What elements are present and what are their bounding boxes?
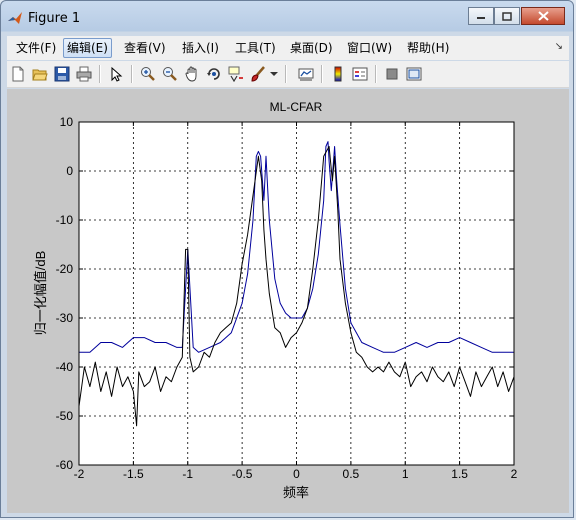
save-icon [54, 66, 70, 82]
open-file-icon [32, 69, 48, 81]
x-tick-label: -1.5 [123, 467, 144, 481]
figure-toolbar [7, 61, 569, 88]
rotate-3d-icon [207, 68, 220, 80]
save-button[interactable] [53, 65, 71, 83]
menu-desktop[interactable]: 桌面(D) [287, 38, 336, 58]
new-figure-button[interactable] [9, 65, 27, 83]
minimize-icon [477, 17, 485, 19]
edit-plot-button[interactable] [107, 65, 125, 83]
x-tick-label: 2 [511, 467, 518, 481]
legend-icon [352, 67, 368, 81]
figure-window: Figure 1 文件(F) 编辑(E) 查看(V) 插入(I) 工具(T) 桌… [0, 0, 574, 518]
edit-plot-arrow-icon [111, 66, 123, 82]
minimize-button[interactable] [468, 7, 494, 25]
plot-area[interactable]: -2 -1.5 -1 -0.5 0 0.5 1 1.5 2 10 0 -10 -20 -30 -40 -50 -… [7, 89, 569, 513]
toolbar-separator [321, 65, 323, 83]
y-tick-label: -30 [56, 311, 74, 325]
toolbar-separator [285, 65, 287, 83]
insert-colorbar-button[interactable] [329, 65, 347, 83]
y-axis-label: 归一化幅值/dB [33, 251, 48, 336]
open-file-button[interactable] [31, 65, 49, 83]
x-tick-label: -0.5 [232, 467, 253, 481]
show-plot-tools-button[interactable] [405, 65, 423, 83]
menu-view[interactable]: 查看(V) [121, 38, 169, 58]
x-tick-label: 0.5 [343, 467, 360, 481]
x-tick-label: -1 [182, 467, 193, 481]
y-tick-label: -20 [56, 262, 74, 276]
menu-bar: 文件(F) 编辑(E) 查看(V) 插入(I) 工具(T) 桌面(D) 窗口(W… [7, 36, 569, 60]
matlab-logo-icon [8, 12, 22, 24]
brush-dropdown-button[interactable] [269, 65, 279, 83]
rotate-3d-button[interactable] [205, 65, 223, 83]
colorbar-icon [334, 66, 342, 82]
pan-hand-icon [185, 66, 197, 82]
menu-edit[interactable]: 编辑(E) [63, 38, 112, 58]
brush-dropdown-icon [270, 72, 278, 76]
y-tick-label: 0 [66, 164, 73, 178]
close-icon [537, 11, 549, 21]
figure-canvas[interactable]: -2 -1.5 -1 -0.5 0 0.5 1 1.5 2 10 0 -10 -20 -30 -40 -50 -… [7, 89, 569, 513]
menu-tools[interactable]: 工具(T) [232, 38, 279, 58]
menu-insert[interactable]: 插入(I) [179, 38, 222, 58]
y-tick-label: -10 [56, 213, 74, 227]
new-figure-icon [12, 66, 24, 82]
window-title: Figure 1 [28, 11, 81, 26]
hide-plot-tools-button[interactable] [383, 65, 401, 83]
print-button[interactable] [75, 65, 93, 83]
zoom-out-button[interactable] [161, 65, 179, 83]
maximize-icon [502, 11, 512, 21]
chart-title: ML-CFAR [270, 100, 323, 114]
data-cursor-button[interactable] [227, 65, 245, 83]
hide-plot-tools-icon [386, 68, 398, 80]
maximize-button[interactable] [494, 7, 520, 25]
x-tick-label: 0 [293, 467, 300, 481]
x-axis-label: 频率 [283, 485, 309, 500]
x-tick-label: 1 [402, 467, 409, 481]
x-tick-label: 1.5 [451, 467, 468, 481]
toolbar-separator [131, 65, 133, 83]
title-bar[interactable]: Figure 1 [1, 1, 575, 35]
zoom-in-icon [141, 67, 155, 81]
insert-legend-button[interactable] [351, 65, 369, 83]
link-plot-icon [298, 68, 314, 81]
x-tick-label: -2 [74, 467, 85, 481]
data-cursor-icon [228, 66, 243, 82]
toolbar-separator [375, 65, 377, 83]
menu-help[interactable]: 帮助(H) [404, 38, 452, 58]
zoom-in-button[interactable] [139, 65, 157, 83]
pan-button[interactable] [183, 65, 201, 83]
brush-icon [251, 66, 265, 82]
close-button[interactable] [521, 7, 565, 25]
toolbar-separator [99, 65, 101, 83]
show-plot-tools-icon [406, 67, 422, 81]
link-plot-button[interactable] [297, 65, 315, 83]
menu-overflow-arrow-icon[interactable]: ↘ [555, 41, 563, 52]
print-icon [76, 66, 92, 82]
menu-window[interactable]: 窗口(W) [344, 38, 395, 58]
y-tick-label: -40 [56, 360, 74, 374]
zoom-out-icon [163, 67, 177, 81]
brush-button[interactable] [249, 65, 267, 83]
y-tick-label: -60 [56, 458, 74, 472]
y-tick-label: 10 [60, 115, 74, 129]
menu-file[interactable]: 文件(F) [13, 38, 59, 58]
y-tick-label: -50 [56, 409, 74, 423]
